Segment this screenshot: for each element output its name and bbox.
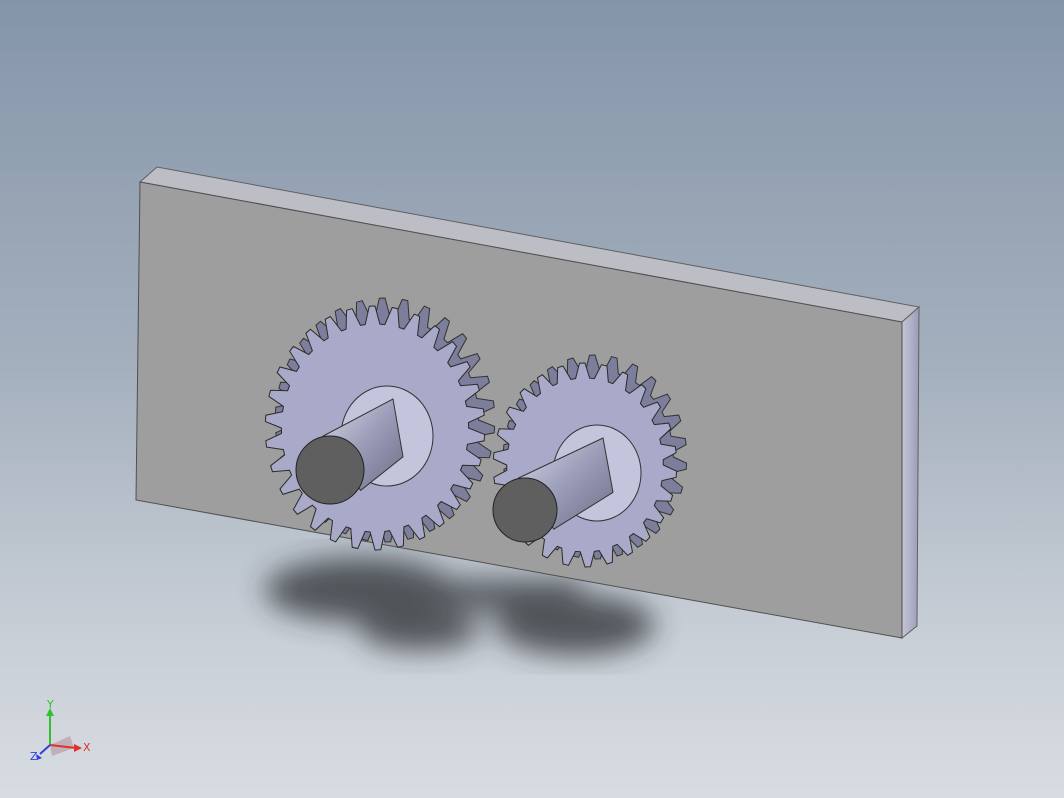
x-axis-label: X	[83, 741, 91, 754]
z-axis-line	[39, 744, 51, 755]
gear-1-shaft-end	[295, 435, 365, 505]
y-axis-label: Y	[46, 700, 54, 711]
z-axis-label: Z	[30, 750, 38, 763]
x-axis-arrow	[74, 744, 82, 752]
plate-side-face	[901, 305, 920, 640]
orientation-triad[interactable]: Y X Z	[28, 700, 98, 766]
gear-2-shaft-end	[492, 477, 558, 543]
graphics-viewport[interactable]: Y X Z	[0, 0, 1064, 798]
cad-scene[interactable]	[0, 0, 1064, 798]
